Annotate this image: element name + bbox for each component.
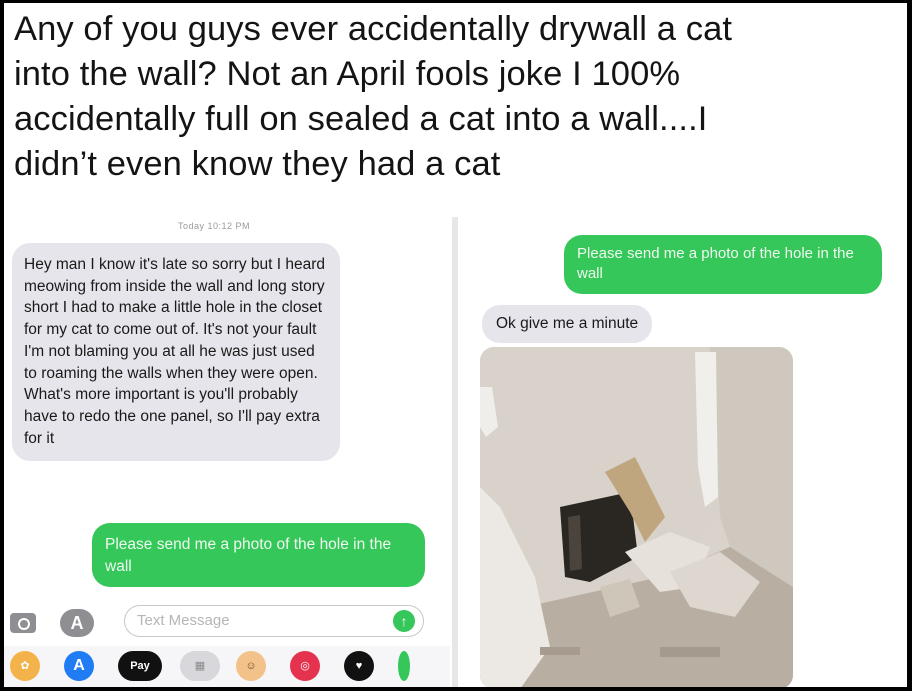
wall-hole-image: [480, 347, 793, 687]
photos-app-icon[interactable]: ✿: [10, 651, 40, 681]
apple-pay-icon[interactable]: Pay: [118, 651, 162, 681]
camera-icon[interactable]: [10, 613, 36, 633]
incoming-message-bubble: Ok give me a minute: [482, 305, 653, 343]
imessage-app-drawer: ✿ A Pay ▦ ☺ ◎ ♥: [4, 646, 450, 687]
outgoing-message-bubble: Please send me a photo of the hole in th…: [564, 235, 882, 294]
send-arrow-icon[interactable]: ↑: [393, 610, 415, 632]
meme-caption: Any of you guys ever accidentally drywal…: [14, 7, 894, 187]
digital-touch-icon[interactable]: ▦: [180, 651, 220, 681]
more-apps-icon[interactable]: [398, 651, 410, 681]
heart-app-icon[interactable]: ♥: [344, 651, 374, 681]
search-images-icon[interactable]: ◎: [290, 651, 320, 681]
outgoing-message-bubble: Please send me a photo of the hole in th…: [92, 523, 425, 588]
app-store-icon[interactable]: A: [60, 609, 94, 637]
caption-line: into the wall? Not an April fools joke I…: [14, 55, 681, 93]
message-timestamp: Today 10:12 PM: [177, 221, 251, 231]
message-text-field[interactable]: Text Message ↑: [124, 605, 424, 637]
left-message-screenshot: Today 10:12 PM Hey man I know it's late …: [4, 221, 450, 687]
meme-frame: Any of you guys ever accidentally drywal…: [4, 3, 907, 687]
caption-line: didn’t even know they had a cat: [14, 145, 501, 183]
right-message-screenshot: Please send me a photo of the hole in th…: [460, 221, 907, 687]
wall-hole-photo[interactable]: [480, 347, 793, 687]
screenshot-divider: [452, 217, 458, 687]
incoming-message-bubble: Hey man I know it's late so sorry but I …: [12, 243, 340, 462]
caption-line: Any of you guys ever accidentally drywal…: [14, 10, 733, 48]
app-store-icon[interactable]: A: [64, 651, 94, 681]
apple-pay-label: Pay: [130, 660, 150, 672]
message-input-bar: A Text Message ↑: [4, 597, 450, 641]
text-field-placeholder: Text Message: [137, 612, 230, 629]
caption-line: accidentally full on sealed a cat into a…: [14, 100, 708, 138]
memoji-icon[interactable]: ☺: [236, 651, 266, 681]
